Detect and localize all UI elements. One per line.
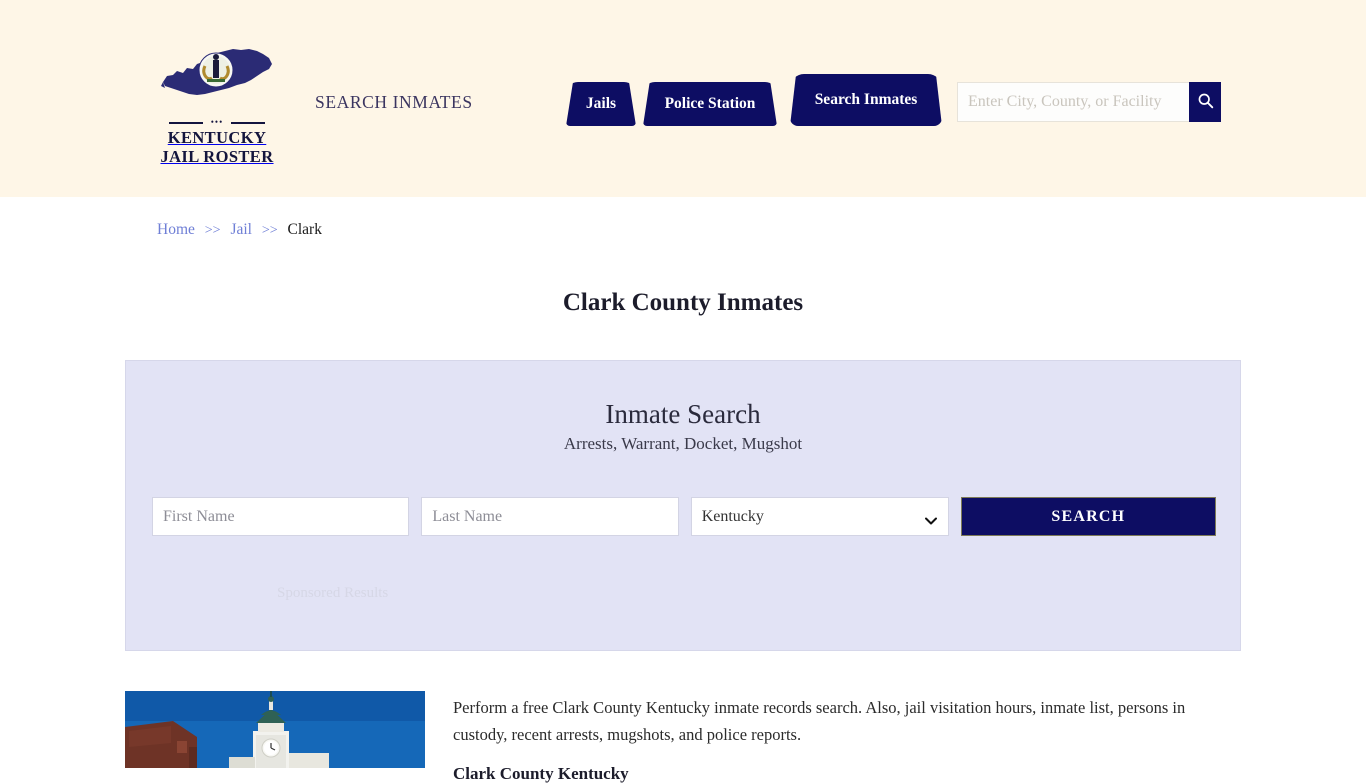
sponsored-results-label: Sponsored Results xyxy=(277,585,389,601)
last-name-input[interactable] xyxy=(421,497,679,536)
logo-text-line1: KENTUCKY xyxy=(167,128,267,147)
state-select[interactable]: Kentucky xyxy=(690,497,949,536)
header-inner: ••• KENTUCKY JAIL ROSTER SEARCH INMATES … xyxy=(0,0,1366,197)
inmate-search-subheading: Arrests, Warrant, Docket, Mugshot xyxy=(563,434,803,453)
site-header: ••• KENTUCKY JAIL ROSTER SEARCH INMATES … xyxy=(0,0,1366,197)
clark-county-courthouse-photo xyxy=(125,691,425,768)
kentucky-state-map-icon xyxy=(157,42,277,114)
content-subheading: Clark County Kentucky xyxy=(453,764,629,783)
breadcrumb-item-clark: Clark xyxy=(287,221,322,238)
logo-divider: ••• xyxy=(163,118,271,127)
header-search xyxy=(957,82,1221,122)
nav-jails-button[interactable]: Jails xyxy=(566,82,636,126)
breadcrumb-separator: >> xyxy=(261,223,278,238)
breadcrumb: Home >> Jail >> Clark xyxy=(157,221,322,239)
state-select-wrapper: Kentucky xyxy=(690,497,949,536)
header-search-button[interactable] xyxy=(1189,82,1221,122)
logo-text-line2: JAIL ROSTER xyxy=(160,147,274,166)
search-icon xyxy=(1197,92,1214,112)
nav-police-station-button[interactable]: Police Station xyxy=(643,82,777,126)
inmate-search-form: Kentucky SEARCH xyxy=(152,497,1217,536)
header-tagline: SEARCH INMATES xyxy=(315,92,473,112)
content-text: Perform a free Clark County Kentucky inm… xyxy=(453,691,1241,783)
content-row: Perform a free Clark County Kentucky inm… xyxy=(125,691,1241,783)
first-name-input[interactable] xyxy=(152,497,410,536)
site-logo[interactable]: ••• KENTUCKY JAIL ROSTER xyxy=(157,42,277,166)
breadcrumb-item-home[interactable]: Home xyxy=(157,221,195,238)
inmate-search-submit-button[interactable]: SEARCH xyxy=(960,497,1217,536)
page-title: Clark County Inmates xyxy=(562,288,804,316)
inmate-search-panel: Inmate Search Arrests, Warrant, Docket, … xyxy=(125,360,1241,651)
breadcrumb-separator: >> xyxy=(204,223,221,238)
inmate-search-heading: Inmate Search xyxy=(605,399,761,429)
header-search-input[interactable] xyxy=(957,82,1189,122)
breadcrumb-item-jail[interactable]: Jail xyxy=(230,221,252,238)
nav-search-inmates-button[interactable]: Search Inmates xyxy=(790,74,942,126)
content-paragraph: Perform a free Clark County Kentucky inm… xyxy=(453,698,1186,744)
